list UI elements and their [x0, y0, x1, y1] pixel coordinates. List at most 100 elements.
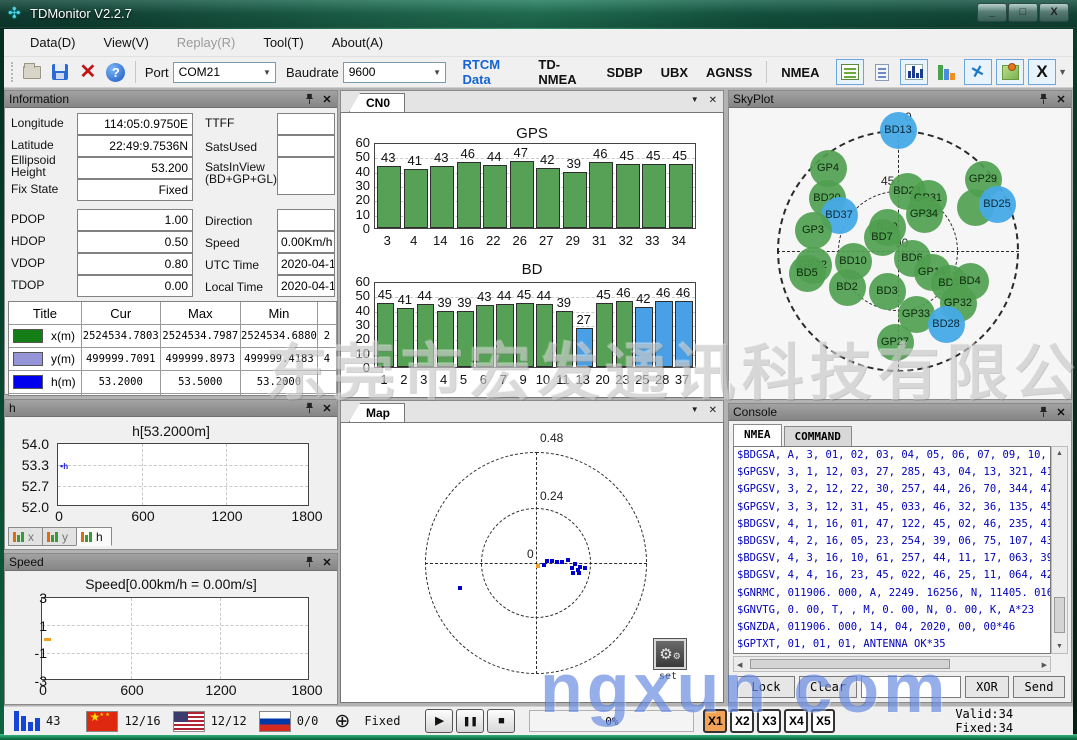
value-cell: 4 — [318, 348, 337, 370]
close-icon[interactable]: ✕ — [709, 405, 717, 416]
protocol-td-nmea[interactable]: TD-NMEA — [538, 57, 588, 87]
port-dropdown[interactable]: COM21 ▼ — [173, 62, 276, 83]
tab-cn0[interactable]: CN0 — [349, 93, 405, 112]
tab-nmea[interactable]: NMEA — [733, 424, 782, 446]
console-hscrollbar[interactable]: ◀ ▶ — [733, 656, 1051, 672]
x-axis-tick: 1800 — [285, 508, 329, 524]
menu-item-tool[interactable]: Tool(T) — [251, 31, 315, 54]
color-bars-icon[interactable] — [932, 59, 960, 85]
panel-title: Speed — [9, 555, 44, 569]
speed-x3-button[interactable]: X3 — [757, 709, 781, 733]
x-axis-tick: 27 — [533, 233, 560, 248]
pin-icon[interactable] — [304, 556, 315, 568]
pause-button[interactable]: ❚❚ — [456, 709, 484, 733]
panel-title: SkyPlot — [733, 92, 774, 106]
table-row — [9, 394, 337, 396]
table-row: y(m)499999.7091499999.8973499999.41834 — [9, 348, 337, 371]
x-axis-tick: 23 — [613, 372, 633, 387]
scroll-up-icon[interactable]: ▲ — [1052, 450, 1067, 457]
collapse-icon[interactable]: ▼ — [691, 405, 699, 416]
position-dot — [458, 586, 462, 590]
info-value-satsused — [277, 135, 335, 157]
pin-icon[interactable] — [1038, 406, 1049, 418]
x-axis-tick: 33 — [639, 233, 666, 248]
protocol-rtcm-data[interactable]: RTCM Data — [463, 57, 521, 87]
list-view-icon[interactable] — [836, 59, 864, 85]
close-views-icon[interactable]: X — [1028, 59, 1056, 85]
protocol-ubx[interactable]: UBX — [661, 65, 688, 80]
x-axis-tick: 3 — [414, 372, 434, 387]
protocol-agnss[interactable]: AGNSS — [706, 65, 752, 80]
cn0-chart-icon[interactable] — [900, 59, 928, 85]
separator — [135, 61, 136, 83]
stop-button[interactable]: ■ — [487, 709, 515, 733]
info-value-speed: 0.00Km/h — [277, 231, 335, 253]
close-button[interactable]: X — [1039, 3, 1069, 22]
lock-button[interactable]: Lock — [737, 676, 795, 698]
maximize-button[interactable]: □ — [1008, 3, 1038, 22]
minimize-button[interactable]: _ — [977, 3, 1007, 22]
speed-x1-button[interactable]: X1 — [703, 709, 727, 733]
x-axis-tick: 7 — [493, 372, 513, 387]
close-icon[interactable]: ✕ — [321, 402, 333, 415]
tab-command[interactable]: COMMAND — [784, 426, 852, 446]
info-label: Direction — [205, 215, 275, 227]
nmea-toggle[interactable]: NMEA — [781, 65, 819, 80]
menu-item-about[interactable]: About(A) — [320, 31, 395, 54]
x-axis-tick: 11 — [553, 372, 573, 387]
clear-button[interactable]: Clear — [799, 676, 857, 698]
toolbar-grip — [11, 62, 15, 82]
h-panel-header: h ✕ — [5, 400, 337, 417]
pin-icon[interactable] — [304, 402, 315, 414]
protocol-sdbp[interactable]: SDBP — [606, 65, 642, 80]
help-icon[interactable]: ? — [103, 60, 129, 84]
info-value-satsinview-bd-gp-gl- — [277, 157, 335, 195]
tab-map[interactable]: Map — [349, 403, 405, 422]
close-icon[interactable]: ✕ — [321, 556, 333, 569]
h-tab-x[interactable]: x — [8, 527, 43, 546]
stop-serial-icon[interactable]: ✕ — [75, 60, 101, 84]
y-axis-tick: 50 — [340, 288, 370, 303]
position-dot — [560, 560, 564, 564]
baudrate-dropdown[interactable]: 9600 ▼ — [343, 62, 446, 83]
pin-icon[interactable] — [1038, 93, 1049, 105]
scroll-right-icon[interactable]: ▶ — [1042, 661, 1047, 669]
chevron-down-icon: ▼ — [433, 68, 441, 77]
speed-x2-button[interactable]: X2 — [730, 709, 754, 733]
speed-x4-button[interactable]: X4 — [784, 709, 808, 733]
console-output[interactable]: $BDGSA, A, 3, 01, 02, 03, 04, 05, 06, 07… — [733, 446, 1051, 654]
close-icon[interactable]: ✕ — [1055, 406, 1067, 419]
cn0-bar-5 — [457, 311, 474, 367]
scroll-down-icon[interactable]: ▼ — [1052, 643, 1067, 650]
scroll-left-icon[interactable]: ◀ — [737, 661, 742, 669]
h-tab-h[interactable]: h — [76, 527, 112, 546]
report-view-icon[interactable] — [868, 59, 896, 85]
map-set-button[interactable]: ⚙⚙ — [654, 639, 686, 669]
toolbar-overflow-icon[interactable]: ▼ — [1058, 67, 1067, 77]
skyplot-icon[interactable]: ✕︎ — [964, 59, 992, 85]
speed-x5-button[interactable]: X5 — [811, 709, 835, 733]
h-tab-y[interactable]: y — [42, 527, 77, 546]
satellite-BD13: BD13 — [880, 112, 917, 149]
table-header-row: TitleCurMaxMin — [9, 302, 337, 325]
xor-button[interactable]: XOR — [965, 676, 1009, 698]
info-value-direction — [277, 209, 335, 231]
close-icon[interactable]: ✕ — [709, 95, 717, 106]
gps-sat-count: 12/12 — [211, 714, 247, 728]
console-vscrollbar[interactable]: ▲ ▼ — [1051, 446, 1068, 654]
map-ring-label: 0.48 — [540, 431, 563, 445]
column-header: Max — [161, 302, 242, 324]
save-file-icon[interactable] — [47, 60, 73, 84]
command-input[interactable] — [861, 676, 961, 698]
cn0-bar-7 — [496, 304, 513, 367]
chevron-down-icon: ▼ — [263, 68, 271, 77]
menu-item-view[interactable]: View(V) — [92, 31, 161, 54]
map-view-icon[interactable] — [996, 59, 1024, 85]
play-button[interactable]: ▶ — [425, 709, 453, 733]
x-axis-tick: 1200 — [205, 508, 249, 524]
close-icon[interactable]: ✕ — [1055, 93, 1067, 106]
x-axis-tick: 4 — [434, 372, 454, 387]
send-button[interactable]: Send — [1013, 676, 1065, 698]
collapse-icon[interactable]: ▼ — [691, 95, 699, 106]
menu-item-data[interactable]: Data(D) — [18, 31, 88, 54]
